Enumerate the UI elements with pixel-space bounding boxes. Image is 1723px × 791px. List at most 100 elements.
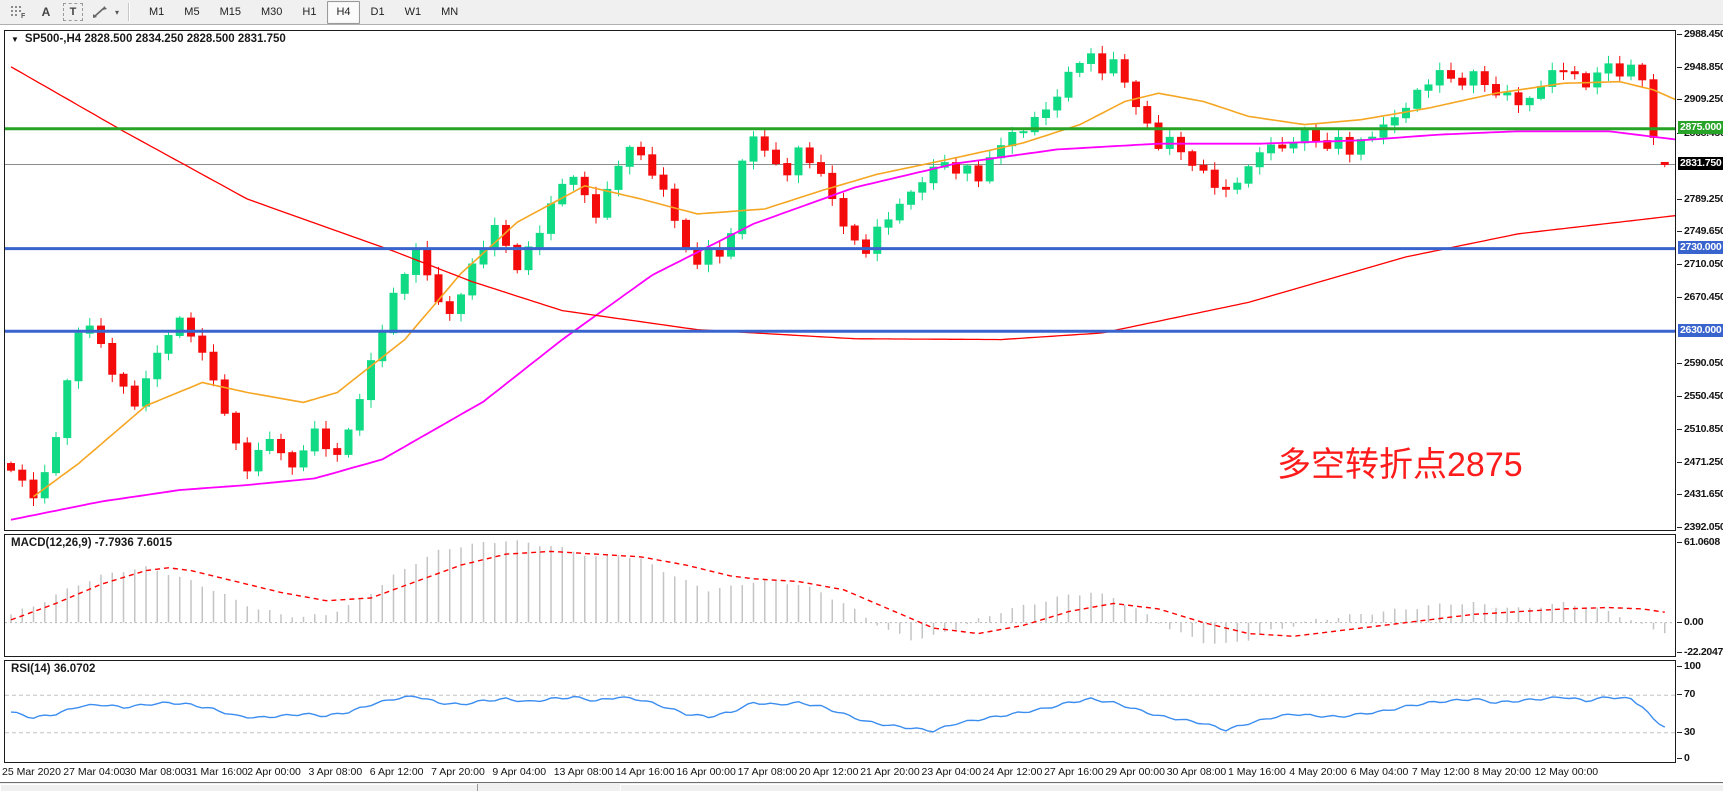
chart-title-text: SP500-,H4 2828.500 2834.250 2828.500 283… [25, 33, 286, 45]
axis-tick [1677, 99, 1682, 100]
macd-panel[interactable]: MACD(12,26,9) -7.7936 7.6015 [4, 534, 1676, 657]
date-tick-label: 30 Apr 08:00 [1167, 766, 1227, 778]
rsi-scale-label: 30 [1684, 726, 1723, 738]
date-tick-label: 12 May 00:00 [1535, 766, 1599, 778]
axis-tick [1677, 462, 1682, 463]
timeframe-button-h4[interactable]: H4 [327, 1, 359, 24]
pointer-grid-f-icon[interactable]: F [7, 2, 29, 22]
date-tick-label: 24 Apr 12:00 [983, 766, 1043, 778]
price-tick-label: 2550.450 [1684, 390, 1723, 402]
rsi-panel[interactable]: RSI(14) 36.0702 [4, 660, 1676, 763]
axis-tick [1677, 363, 1682, 364]
date-tick-label: 1 May 16:00 [1228, 766, 1286, 778]
macd-chart[interactable] [5, 535, 1675, 656]
price-tick-label: 2909.250 [1684, 93, 1723, 105]
axis-tick [1677, 622, 1682, 623]
timeframes-toolbar: M1M5M15M30H1H4D1W1MN [135, 0, 472, 24]
date-tick-label: 20 Apr 12:00 [799, 766, 859, 778]
rsi-chart[interactable] [5, 661, 1675, 762]
date-tick-label: 6 Apr 12:00 [370, 766, 424, 778]
date-tick-label: 27 Mar 04:00 [63, 766, 125, 778]
date-tick-label: 6 May 04:00 [1351, 766, 1409, 778]
timeframe-button-w1[interactable]: W1 [396, 1, 431, 24]
dropdown-caret-icon[interactable]: ▾ [115, 8, 119, 17]
hline-price-badge: 2630.000 [1678, 324, 1723, 337]
date-tick-label: 3 Apr 08:00 [309, 766, 363, 778]
axis-tick [1677, 264, 1682, 265]
timeframe-button-d1[interactable]: D1 [362, 1, 394, 24]
axis-tick [1677, 396, 1682, 397]
rsi-scale-label: 70 [1684, 688, 1723, 700]
date-tick-label: 4 May 20:00 [1289, 766, 1347, 778]
macd-scale-label: 61.0608 [1684, 536, 1723, 548]
rsi-header: RSI(14) 36.0702 [11, 663, 95, 675]
price-tick-label: 2948.850 [1684, 61, 1723, 73]
date-tick-label: 25 Mar 2020 [2, 766, 61, 778]
axis-tick [1677, 199, 1682, 200]
macd-scale-label: 0.00 [1684, 616, 1723, 628]
hline-price-badge: 2730.000 [1678, 241, 1723, 254]
axis-tick [1677, 34, 1682, 35]
date-tick-label: 8 May 20:00 [1473, 766, 1531, 778]
toolbar: F A T ▾ M1M5M15M30H1H4D1W1MN [0, 0, 1723, 25]
axis-tick [1677, 429, 1682, 430]
collapse-triangle-icon[interactable]: ▼ [11, 35, 19, 44]
timeframe-button-mn[interactable]: MN [432, 1, 467, 24]
price-tick-label: 2392.050 [1684, 521, 1723, 533]
status-bar [0, 782, 1723, 791]
svg-text:F: F [21, 13, 26, 19]
axis-tick [1677, 694, 1682, 695]
axis-tick [1677, 732, 1682, 733]
price-tick-label: 2431.650 [1684, 488, 1723, 500]
chart-annotation-text: 多空转折点2875 [1277, 437, 1523, 486]
label-a-icon[interactable]: A [35, 2, 57, 22]
time-axis[interactable]: 25 Mar 202027 Mar 04:0030 Mar 08:0031 Ma… [0, 764, 1723, 781]
price-tick-label: 2789.250 [1684, 193, 1723, 205]
current-price-badge: 2831.750 [1678, 157, 1723, 170]
date-tick-label: 16 Apr 00:00 [676, 766, 736, 778]
timeframe-button-m30[interactable]: M30 [252, 1, 291, 24]
chart-title: ▼ SP500-,H4 2828.500 2834.250 2828.500 2… [11, 33, 286, 45]
timeframe-button-m15[interactable]: M15 [211, 1, 250, 24]
macd-header: MACD(12,26,9) -7.7936 7.6015 [11, 537, 172, 549]
price-tick-label: 2590.050 [1684, 357, 1723, 369]
timeframe-button-h1[interactable]: H1 [293, 1, 325, 24]
date-tick-label: 17 Apr 08:00 [738, 766, 798, 778]
timeframe-button-m1[interactable]: M1 [140, 1, 173, 24]
date-tick-label: 9 Apr 04:00 [492, 766, 546, 778]
date-tick-label: 31 Mar 16:00 [186, 766, 248, 778]
date-tick-label: 27 Apr 16:00 [1044, 766, 1104, 778]
date-tick-label: 14 Apr 16:00 [615, 766, 675, 778]
draw-arrows-icon[interactable] [89, 2, 111, 22]
axis-tick [1677, 527, 1682, 528]
rsi-scale-label: 100 [1684, 660, 1723, 672]
price-tick-label: 2710.050 [1684, 258, 1723, 270]
status-segment [620, 784, 1723, 791]
axis-tick [1677, 758, 1682, 759]
rsi-scale-label: 0 [1684, 752, 1723, 764]
hline-price-badge: 2875.000 [1678, 121, 1723, 134]
price-tick-label: 2988.450 [1684, 28, 1723, 40]
date-tick-label: 7 May 12:00 [1412, 766, 1470, 778]
price-tick-label: 2510.850 [1684, 423, 1723, 435]
date-tick-label: 29 Apr 00:00 [1105, 766, 1165, 778]
price-chart-panel[interactable]: ▼ SP500-,H4 2828.500 2834.250 2828.500 2… [4, 30, 1676, 531]
date-tick-label: 21 Apr 20:00 [860, 766, 920, 778]
text-box-t-icon[interactable]: T [63, 3, 83, 21]
mt4-window: F A T ▾ M1M5M15M30H1H4D1W1MN ▼ SP500-,H4… [0, 0, 1723, 791]
axis-tick [1677, 231, 1682, 232]
date-tick-label: 2 Apr 00:00 [247, 766, 301, 778]
axis-tick [1677, 666, 1682, 667]
axis-tick [1677, 297, 1682, 298]
status-segment [0, 784, 478, 791]
toolbar-separator [128, 3, 130, 21]
price-tick-label: 2471.250 [1684, 456, 1723, 468]
macd-scale-label: -22.2047 [1684, 646, 1723, 658]
date-tick-label: 23 Apr 04:00 [922, 766, 982, 778]
timeframe-button-m5[interactable]: M5 [175, 1, 208, 24]
line-studies-toolbar: F A T ▾ [0, 0, 123, 24]
price-tick-label: 2670.450 [1684, 291, 1723, 303]
axis-tick [1677, 542, 1682, 543]
axis-tick [1677, 67, 1682, 68]
date-tick-label: 13 Apr 08:00 [554, 766, 614, 778]
